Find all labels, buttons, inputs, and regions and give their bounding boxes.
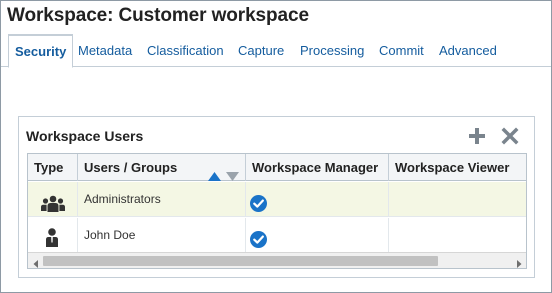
type-cell <box>28 182 78 217</box>
manager-cell[interactable] <box>246 182 389 217</box>
column-header-type[interactable]: Type <box>28 154 78 181</box>
workspace-users-panel: Workspace Users Type Users / Groups Work… <box>18 116 535 278</box>
manager-cell[interactable] <box>246 218 389 253</box>
column-header-workspace-manager[interactable]: Workspace Manager <box>246 154 389 181</box>
close-x-icon[interactable] <box>500 126 520 146</box>
user-name-cell: Administrators <box>78 182 246 217</box>
plus-icon[interactable] <box>467 126 487 146</box>
tab-bar: Security Metadata Classification Capture… <box>1 34 551 68</box>
panel-title: Workspace Users <box>26 128 144 144</box>
tab-metadata[interactable]: Metadata <box>78 34 132 67</box>
table-header: Type Users / Groups Workspace Manager Wo… <box>28 154 526 181</box>
table-row[interactable]: John Doe <box>28 218 526 253</box>
horizontal-scrollbar[interactable] <box>28 252 526 268</box>
scroll-right-icon[interactable] <box>514 256 524 268</box>
user-name-cell: John Doe <box>78 218 246 253</box>
column-header-workspace-viewer[interactable]: Workspace Viewer <box>389 154 526 181</box>
tab-capture[interactable]: Capture <box>238 34 284 67</box>
scrollbar-thumb[interactable] <box>43 256 438 266</box>
workspace-window: Workspace: Customer workspace Security M… <box>0 0 552 293</box>
viewer-cell[interactable] <box>389 218 526 253</box>
users-table: Type Users / Groups Workspace Manager Wo… <box>27 153 527 269</box>
type-cell <box>28 218 78 253</box>
page-title: Workspace: Customer workspace <box>7 5 309 26</box>
tab-advanced[interactable]: Advanced <box>439 34 497 67</box>
scroll-left-icon[interactable] <box>31 256 41 268</box>
column-header-users-groups[interactable]: Users / Groups <box>78 154 246 181</box>
tab-processing[interactable]: Processing <box>300 34 364 67</box>
tab-classification[interactable]: Classification <box>147 34 224 67</box>
viewer-cell[interactable] <box>389 182 526 217</box>
table-row[interactable]: Administrators <box>28 182 526 217</box>
tab-commit[interactable]: Commit <box>379 34 424 67</box>
column-header-users-groups-label: Users / Groups <box>84 160 178 175</box>
tab-security[interactable]: Security <box>8 34 74 68</box>
